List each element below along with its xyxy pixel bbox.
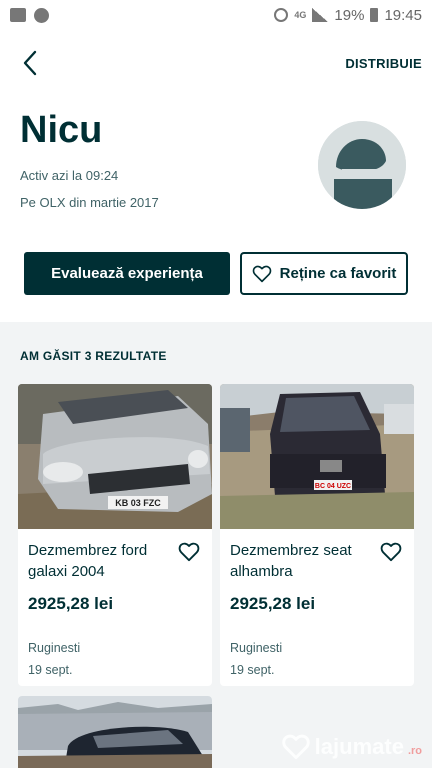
listing-title: Dezmembrez seat alhambra	[230, 542, 352, 580]
back-button[interactable]	[22, 48, 46, 78]
listing-price: 2925,28 lei	[28, 594, 114, 613]
heart-logo-icon	[281, 734, 310, 760]
license-plate: KB 03 FZC	[115, 498, 161, 508]
profile-header: Nicu Activ azi la 09:24 Pe OLX din marti…	[20, 109, 412, 230]
watermark-text: lajumate	[314, 734, 404, 759]
listing-card[interactable]: KB 03 FZC Dezmembrez ford galaxi 2004 29…	[18, 384, 212, 686]
listing-location: Ruginesti	[230, 641, 283, 655]
listing-title: Dezmembrez ford galaxi 2004	[28, 542, 148, 580]
listing-location: Ruginesti	[28, 641, 81, 655]
battery-icon	[370, 8, 379, 22]
heart-icon	[252, 265, 271, 282]
results-section: AM GĂSIT 3 REZULTATE KB 03 FZC Dezmembre…	[0, 322, 432, 768]
gallery-icon	[10, 8, 26, 22]
heart-icon[interactable]	[380, 542, 402, 562]
signal-icon	[312, 8, 329, 22]
heart-icon[interactable]	[178, 542, 200, 562]
alarm-icon	[274, 8, 289, 22]
listing-date: 19 sept.	[28, 663, 73, 677]
listing-price: 2925,28 lei	[230, 594, 316, 613]
license-plate: BC 04 UZC	[315, 483, 351, 490]
share-button[interactable]: DISTRIBUIE	[345, 56, 422, 71]
listing-image: KB 03 FZC	[18, 384, 212, 529]
add-favorite-label: Reține ca favorit	[279, 265, 397, 282]
watermark-tld: .ro	[407, 745, 422, 757]
listing-card[interactable]	[18, 696, 212, 768]
messenger-icon	[34, 7, 49, 23]
network-type: 4G	[294, 10, 307, 20]
listing-date: 19 sept.	[230, 663, 275, 677]
battery-percent: 19%	[334, 6, 365, 24]
listing-image	[18, 696, 212, 768]
results-title: AM GĂSIT 3 REZULTATE	[20, 349, 167, 363]
listing-card[interactable]: BC 04 UZC Dezmembrez seat alhambra 2925,…	[220, 384, 414, 686]
chevron-left-icon	[23, 50, 37, 76]
watermark: lajumate .ro	[281, 734, 422, 760]
rate-experience-button[interactable]: Evaluează experiența	[24, 252, 230, 295]
clock: 19:45	[384, 6, 422, 24]
status-bar: 4G 19% 19:45	[0, 0, 432, 30]
top-nav: DISTRIBUIE	[0, 40, 432, 86]
add-favorite-button[interactable]: Reține ca favorit	[240, 252, 408, 295]
avatar	[318, 121, 406, 209]
user-placeholder-icon	[318, 121, 406, 209]
profile-actions: Evaluează experiența Reține ca favorit	[24, 252, 408, 296]
listing-image: BC 04 UZC	[220, 384, 414, 529]
